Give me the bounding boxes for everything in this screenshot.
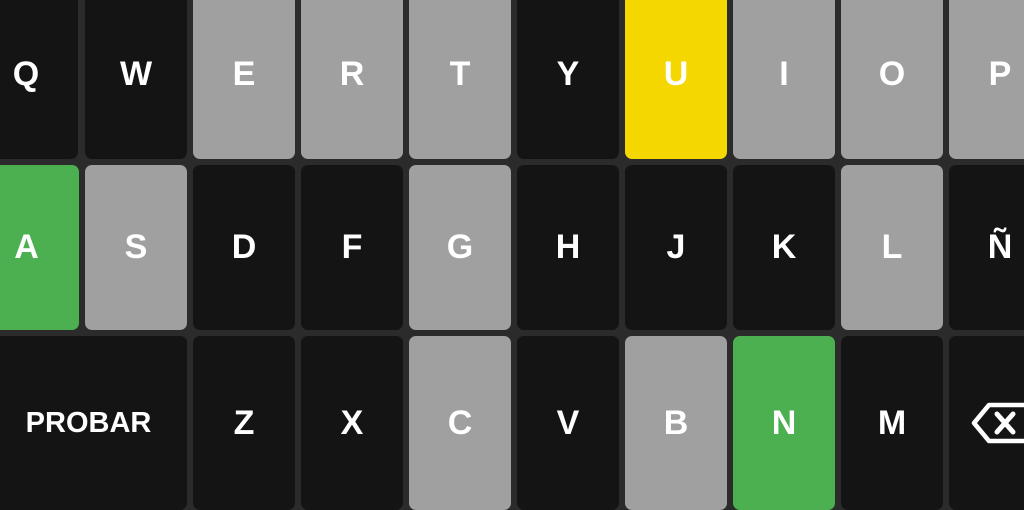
key-w[interactable]: W: [85, 0, 187, 159]
key-q[interactable]: Q: [0, 0, 78, 159]
key-label: I: [779, 55, 789, 93]
key-label: U: [663, 55, 689, 93]
key-y[interactable]: Y: [517, 0, 619, 159]
key-p[interactable]: P: [949, 0, 1024, 159]
backspace-icon: [971, 402, 1024, 444]
enter-label: PROBAR: [25, 406, 152, 439]
key-f[interactable]: F: [301, 165, 403, 330]
key-label: X: [340, 403, 364, 442]
key-label: L: [881, 228, 903, 266]
key-label: Y: [556, 55, 580, 93]
key-d[interactable]: D: [193, 165, 295, 330]
key-label: E: [232, 55, 256, 93]
key-z[interactable]: Z: [193, 336, 295, 510]
key-s[interactable]: S: [85, 165, 187, 330]
key-t[interactable]: T: [409, 0, 511, 159]
key-r[interactable]: R: [301, 0, 403, 159]
key-m[interactable]: M: [841, 336, 943, 510]
key-v[interactable]: V: [517, 336, 619, 510]
key-x[interactable]: X: [301, 336, 403, 510]
key-label: N: [771, 403, 797, 442]
key-label: T: [449, 55, 471, 93]
key-label: Z: [233, 403, 255, 442]
key-o[interactable]: O: [841, 0, 943, 159]
key-label: R: [339, 55, 365, 93]
key-label: K: [771, 228, 797, 266]
key-label: C: [447, 403, 473, 442]
key-h[interactable]: H: [517, 165, 619, 330]
key-u[interactable]: U: [625, 0, 727, 159]
key-g[interactable]: G: [409, 165, 511, 330]
key-label: Ñ: [987, 228, 1013, 266]
key-label: D: [231, 228, 257, 266]
key-n[interactable]: N: [733, 336, 835, 510]
key-a[interactable]: A: [0, 165, 79, 330]
key-l[interactable]: L: [841, 165, 943, 330]
enter-button[interactable]: PROBAR: [0, 336, 187, 510]
key-label: P: [988, 55, 1012, 93]
key-b[interactable]: B: [625, 336, 727, 510]
key-label: O: [878, 55, 906, 93]
key-label: M: [877, 403, 907, 442]
key-enye[interactable]: Ñ: [949, 165, 1024, 330]
key-label: A: [14, 228, 39, 266]
key-label: G: [446, 228, 474, 266]
key-label: J: [666, 228, 686, 266]
key-i[interactable]: I: [733, 0, 835, 159]
key-e[interactable]: E: [193, 0, 295, 159]
key-label: S: [124, 228, 148, 266]
key-label: W: [119, 55, 153, 93]
key-label: V: [556, 403, 580, 442]
key-k[interactable]: K: [733, 165, 835, 330]
key-label: Q: [12, 55, 40, 93]
key-c[interactable]: C: [409, 336, 511, 510]
key-label: H: [555, 228, 581, 266]
key-label: B: [663, 403, 689, 442]
key-j[interactable]: J: [625, 165, 727, 330]
backspace-button[interactable]: [949, 336, 1024, 510]
key-label: F: [341, 228, 363, 266]
